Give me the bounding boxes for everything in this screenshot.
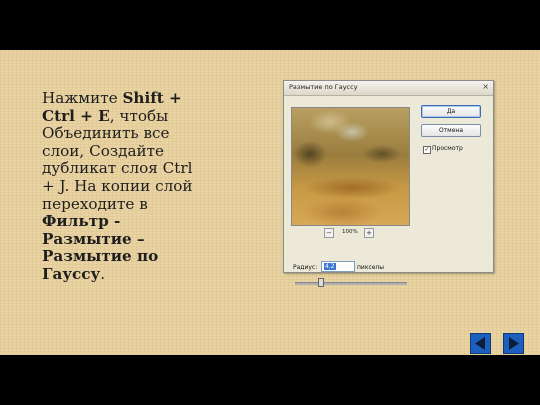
cancel-button[interactable]: Отмена xyxy=(421,124,481,137)
instruction-text-part: . xyxy=(100,264,106,283)
zoom-out-button[interactable]: − xyxy=(324,228,334,238)
ok-button[interactable]: Да xyxy=(421,105,481,118)
radius-unit: пикселы xyxy=(357,264,385,271)
radius-input[interactable]: 4,2 xyxy=(321,261,355,272)
instruction-text-part: Нажмите xyxy=(42,89,123,107)
close-icon[interactable]: × xyxy=(482,82,489,91)
preview-checkbox[interactable]: ✓ xyxy=(423,146,431,154)
left-arrow-icon xyxy=(475,337,485,350)
radius-slider-track[interactable] xyxy=(295,282,407,285)
dialog-titlebar[interactable]: Размытие по Гауссу × xyxy=(284,81,493,96)
radius-label: Радиус: xyxy=(293,264,318,271)
gaussian-blur-dialog: Размытие по Гауссу × − 100% + Да Отмена … xyxy=(283,80,494,287)
radius-slider-thumb[interactable] xyxy=(318,278,324,287)
zoom-level: 100% xyxy=(342,229,358,235)
right-arrow-icon xyxy=(509,337,519,350)
radius-value: 4,2 xyxy=(324,263,336,270)
prev-slide-button[interactable] xyxy=(470,333,491,354)
instruction-text: Нажмите Shift + Ctrl + E, чтобы Объедини… xyxy=(42,89,207,284)
zoom-in-button[interactable]: + xyxy=(364,228,374,238)
preview-checkbox-label: Просмотр xyxy=(432,145,463,152)
next-slide-button[interactable] xyxy=(503,333,524,354)
slide: Нажмите Shift + Ctrl + E, чтобы Объедини… xyxy=(0,50,540,355)
blur-preview-image[interactable] xyxy=(291,107,410,226)
dialog-title: Размытие по Гауссу xyxy=(289,83,358,91)
zoom-bar: − 100% + xyxy=(284,228,415,238)
